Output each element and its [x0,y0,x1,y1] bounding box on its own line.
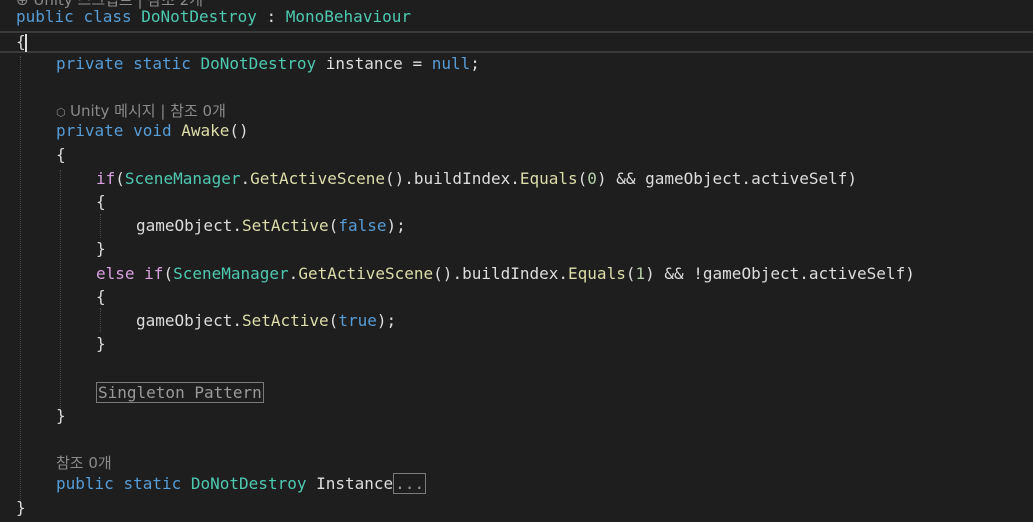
keyword-if: if [96,169,116,188]
keyword: false [338,216,387,235]
code-line-open-brace[interactable]: { [16,31,27,53]
codelens-text: Unity 메시지 | 참조 0개 [70,102,226,120]
punct: () [229,121,249,140]
punct: ( [115,169,125,188]
keyword: true [338,311,377,330]
keyword: class [83,7,132,26]
code-line-brace[interactable]: { [56,144,66,166]
unity-cube-icon: ⬡ [56,106,66,119]
brace: } [16,498,26,517]
punct: ); [386,216,406,235]
identifier: Instance [306,474,394,493]
identifier: instance = [316,54,432,73]
code-line-awake-decl[interactable]: private void Awake() [56,120,249,142]
codelens-instance[interactable]: 참조 0개 [56,453,112,473]
keyword: static [123,474,182,493]
class-name: DoNotDestroy [141,7,257,26]
brace: } [96,239,106,258]
code-text: ) && !gameObject.activeSelf) [645,264,915,283]
indent-guide [20,56,21,502]
keyword: private [56,54,124,73]
keyword: void [133,121,172,140]
method-name: SetActive [241,311,329,330]
code-text: ().buildIndex. [433,264,569,283]
punct: ( [577,169,588,188]
type-name: DoNotDestroy [190,474,307,493]
punct: . [288,264,299,283]
text-caret [24,33,27,52]
keyword: null [431,54,471,73]
number-literal: 0 [587,169,597,188]
collapsed-block-button[interactable]: ... [393,473,427,494]
type-name: DoNotDestroy [200,54,317,73]
code-line-region[interactable]: Singleton Pattern [96,382,264,404]
code-line-close-brace[interactable]: } [16,497,26,519]
code-line-brace[interactable]: } [56,405,66,427]
indent-guide [100,214,101,238]
keyword: public [56,474,114,493]
punct: ; [470,54,480,73]
punct: ); [376,311,397,330]
code-line-brace[interactable]: } [96,333,106,355]
indent-guide [60,170,61,410]
code-line-setactive-false[interactable]: gameObject.SetActive(false); [136,215,406,237]
code-line-brace[interactable]: } [96,238,106,260]
keyword: public [16,7,74,26]
number-literal: 1 [635,264,646,283]
code-line-field[interactable]: private static DoNotDestroy instance = n… [56,53,480,75]
punct: ( [328,311,339,330]
method-name: Awake [181,121,230,140]
keyword: private [56,121,124,140]
method-name: GetActiveScene [250,169,385,188]
brace: } [96,334,106,353]
code-line-if1[interactable]: if(SceneManager.GetActiveScene().buildIn… [96,168,857,190]
code-text: ().buildIndex. [385,169,520,188]
code-text: ) && gameObject.activeSelf) [596,169,858,188]
type-name: SceneManager [173,264,289,283]
collapsed-region[interactable]: Singleton Pattern [96,382,264,403]
keyword: static [133,54,191,73]
current-line-highlight [0,31,1033,53]
code-line-property[interactable]: public static DoNotDestroy Instance... [56,473,427,495]
code-line-else-if[interactable]: else if(SceneManager.GetActiveScene().bu… [96,263,915,285]
punct: ( [328,216,339,235]
punct: ( [163,264,174,283]
base-class: MonoBehaviour [285,7,411,26]
brace: } [56,406,66,425]
codelens-awake[interactable]: ⬡ Unity 메시지 | 참조 0개 [56,101,226,121]
type-name: SceneManager [124,169,241,188]
brace: { [96,287,106,306]
brace: { [96,192,106,211]
punct: . [240,169,251,188]
identifier: gameObject. [136,311,242,330]
keyword-if: if [144,264,164,283]
code-line-class-decl[interactable]: public class DoNotDestroy : MonoBehaviou… [16,6,411,28]
indent-guide [100,308,101,332]
method-name: Equals [568,264,626,283]
brace: { [56,145,66,164]
method-name: Equals [519,169,578,188]
method-name: GetActiveScene [298,264,434,283]
punct: : [256,7,286,26]
code-line-brace[interactable]: { [96,191,106,213]
code-line-setactive-true[interactable]: gameObject.SetActive(true); [136,310,396,332]
method-name: SetActive [241,216,329,235]
keyword-else: else [96,264,135,283]
code-line-brace[interactable]: { [96,286,106,308]
identifier: gameObject. [136,216,242,235]
